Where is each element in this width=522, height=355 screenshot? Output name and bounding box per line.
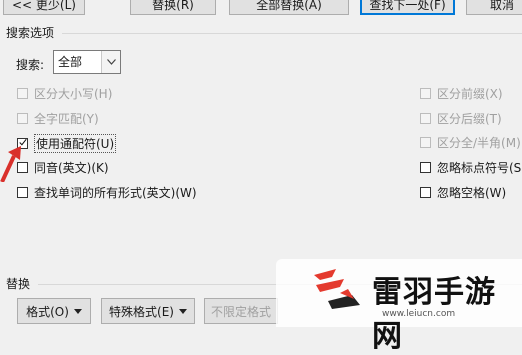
option-ignore-whitespace[interactable]: 忽略空格(W) bbox=[420, 184, 506, 201]
match-prefix-label: 区分前缀(X) bbox=[437, 87, 503, 101]
use-wildcards-label: 使用通配符(U) bbox=[34, 134, 117, 153]
ignore-punctuation-checkbox[interactable] bbox=[420, 162, 431, 173]
replace-button[interactable]: 替换(R) bbox=[130, 0, 216, 15]
match-prefix-checkbox[interactable] bbox=[420, 88, 431, 99]
search-scope-select[interactable]: 全部 bbox=[53, 50, 121, 74]
ignore-punctuation-label: 忽略标点符号(S) bbox=[437, 161, 522, 175]
sounds-like-label: 同音(英文)(K) bbox=[34, 161, 109, 175]
watermark-logo-icon bbox=[314, 269, 360, 309]
no-formatting-button-label: 不限定格式 bbox=[211, 304, 272, 319]
option-whole-word[interactable]: 全字匹配(Y) bbox=[17, 110, 99, 127]
option-match-case[interactable]: 区分大小写(H) bbox=[17, 85, 112, 102]
format-button[interactable]: 格式(O) bbox=[17, 298, 91, 324]
match-suffix-checkbox[interactable] bbox=[420, 113, 431, 124]
cancel-button[interactable]: 取消 bbox=[466, 0, 522, 15]
special-format-dropdown-icon bbox=[178, 308, 187, 314]
search-scope-value: 全部 bbox=[58, 55, 83, 69]
less-button[interactable]: << 更少(L) bbox=[3, 0, 85, 15]
all-word-forms-label: 查找单词的所有形式(英文)(W) bbox=[34, 186, 197, 200]
option-match-suffix[interactable]: 区分后缀(T) bbox=[420, 110, 502, 127]
no-formatting-button[interactable]: 不限定格式 bbox=[204, 298, 278, 324]
chevron-down-icon bbox=[101, 51, 120, 73]
search-options-divider bbox=[62, 33, 522, 34]
find-next-button[interactable]: 查找下一处(F) bbox=[360, 0, 455, 15]
width-sensitive-label: 区分全/半角(M) bbox=[437, 136, 521, 150]
option-sounds-like[interactable]: 同音(英文)(K) bbox=[17, 159, 109, 176]
match-case-checkbox[interactable] bbox=[17, 88, 28, 99]
all-word-forms-checkbox[interactable] bbox=[17, 187, 28, 198]
ignore-whitespace-checkbox[interactable] bbox=[420, 187, 431, 198]
search-label: 搜索: bbox=[16, 58, 45, 72]
search-options-title: 搜索选项 bbox=[6, 26, 55, 40]
whole-word-checkbox[interactable] bbox=[17, 113, 28, 124]
match-suffix-label: 区分后缀(T) bbox=[437, 112, 502, 126]
watermark-url: www.leiucn.com bbox=[382, 309, 456, 319]
format-button-label: 格式(O) bbox=[26, 304, 69, 319]
special-format-button-label: 特殊格式(E) bbox=[109, 304, 174, 319]
watermark-overlay: 雷羽手游网 www.leiucn.com bbox=[276, 259, 522, 354]
option-ignore-punctuation[interactable]: 忽略标点符号(S) bbox=[420, 159, 522, 176]
option-all-word-forms[interactable]: 查找单词的所有形式(英文)(W) bbox=[17, 184, 197, 201]
replace-section-title: 替换 bbox=[6, 277, 31, 291]
whole-word-label: 全字匹配(Y) bbox=[34, 112, 99, 126]
ignore-whitespace-label: 忽略空格(W) bbox=[437, 186, 507, 200]
option-match-prefix[interactable]: 区分前缀(X) bbox=[420, 85, 503, 102]
match-case-label: 区分大小写(H) bbox=[34, 87, 113, 101]
special-format-button[interactable]: 特殊格式(E) bbox=[101, 298, 195, 324]
option-width-sensitive[interactable]: 区分全/半角(M) bbox=[420, 134, 521, 151]
width-sensitive-checkbox[interactable] bbox=[420, 137, 431, 148]
annotation-arrow-icon bbox=[0, 146, 21, 182]
option-use-wildcards[interactable]: 使用通配符(U) bbox=[17, 134, 117, 153]
replace-all-button[interactable]: 全部替换(A) bbox=[229, 0, 349, 15]
format-dropdown-icon bbox=[73, 308, 82, 314]
